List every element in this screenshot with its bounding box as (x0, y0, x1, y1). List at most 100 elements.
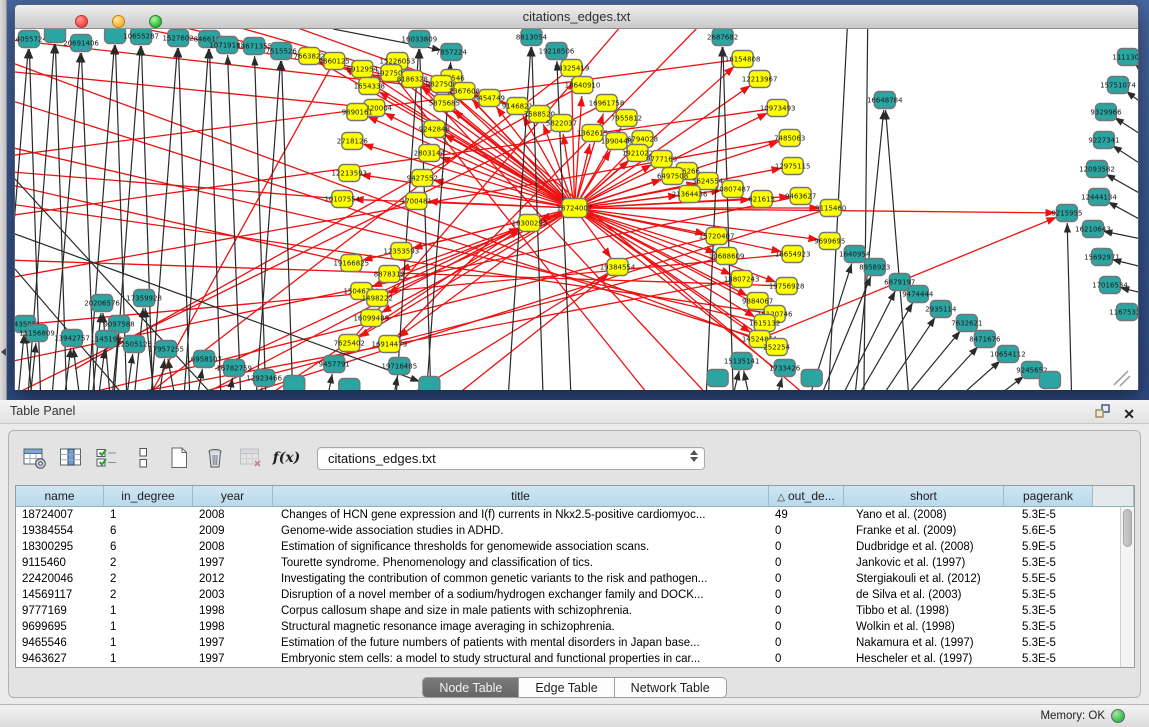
tab-edge-table[interactable]: Edge Table (519, 677, 614, 698)
graph-node[interactable]: 19218506 (539, 43, 575, 60)
table-row[interactable]: 1830029562008Estimation of significance … (16, 539, 1134, 555)
graph-node[interactable]: 11675334 (1109, 304, 1138, 321)
left-panel-divider[interactable] (0, 0, 7, 400)
graph-node[interactable]: 1111304 (1112, 49, 1138, 66)
graph-node[interactable]: 9115460 (815, 200, 846, 217)
table-row[interactable]: 977716911998Corpus callosum shape and si… (16, 603, 1134, 619)
graph-node[interactable]: 24055724 (15, 31, 47, 48)
graph-node[interactable]: 12213967 (742, 71, 778, 88)
graph-node[interactable]: 16648784 (867, 92, 903, 109)
network-graph-canvas[interactable]: 1872400718325419186409101696175879558121… (15, 29, 1138, 390)
tab-node-table[interactable]: Node Table (422, 677, 519, 698)
graph-node[interactable]: 7515526 (266, 43, 298, 60)
column-header-out_de[interactable]: △out_de... (769, 486, 844, 506)
new-document-icon[interactable] (165, 445, 192, 472)
table-row[interactable]: 946554611997Estimation of the future num… (16, 635, 1134, 651)
graph-node[interactable]: 15135141 (724, 353, 760, 370)
graph-node[interactable]: 7632621 (951, 315, 982, 332)
graph-node[interactable]: 19384554 (600, 259, 636, 276)
graph-node[interactable]: 9329966 (1090, 104, 1122, 121)
graph-node[interactable]: 17016534 (1092, 277, 1128, 294)
graph-node[interactable] (284, 376, 305, 391)
graph-node[interactable]: 15751074 (1100, 77, 1136, 94)
graph-node[interactable]: 16914479 (372, 336, 408, 353)
table-row[interactable]: 2242004622012Investigating the contribut… (16, 571, 1134, 587)
graph-node[interactable]: 19166825 (333, 255, 369, 272)
graph-node[interactable]: 20206576 (84, 295, 120, 312)
table-selector-dropdown[interactable]: citations_edges.txt (317, 447, 705, 470)
graph-node[interactable]: 16154808 (725, 51, 761, 68)
column-header-year[interactable]: year (193, 486, 273, 506)
column-header-name[interactable]: name (16, 486, 104, 506)
network-window-titlebar[interactable]: citations_edges.txt (15, 5, 1138, 29)
select-rows-icon[interactable] (93, 445, 120, 472)
graph-node[interactable]: 12975115 (775, 158, 811, 175)
show-column-icon[interactable] (57, 445, 84, 472)
graph-node[interactable] (801, 370, 822, 387)
graph-hub-node[interactable]: 18724007 (557, 199, 593, 218)
graph-node[interactable]: 7485063 (774, 130, 805, 147)
function-builder-icon[interactable]: f(x) (273, 445, 300, 472)
graph-node[interactable]: 2803144 (414, 145, 446, 162)
graph-node[interactable]: 16033809 (402, 31, 438, 48)
cell-pagerank: 5.3E-5 (1004, 507, 1093, 523)
table-row[interactable]: 1872400712008Changes of HCN gene express… (16, 507, 1134, 523)
graph-node[interactable]: 17359928 (126, 290, 162, 307)
table-row[interactable]: 1456911722003Disruption of a novel membe… (16, 587, 1134, 603)
graph-node[interactable]: 8813054 (516, 29, 548, 46)
float-panel-icon[interactable] (1095, 404, 1111, 424)
graph-node[interactable]: 2718126 (337, 133, 369, 150)
table-row[interactable]: 946362711997Embryonic stem cells: a mode… (16, 651, 1134, 667)
graph-node[interactable]: 1527602 (163, 30, 194, 47)
column-header-pagerank[interactable]: pagerank (1004, 486, 1093, 506)
graph-node[interactable]: 12444134 (1081, 189, 1117, 206)
graph-node[interactable]: 12093582 (1079, 161, 1115, 178)
graph-node[interactable] (419, 377, 440, 391)
graph-node[interactable] (1039, 372, 1060, 389)
graph-node[interactable]: 9699695 (814, 233, 845, 250)
column-header-title[interactable]: title (273, 486, 769, 506)
tab-network-table[interactable]: Network Table (615, 677, 727, 698)
graph-node[interactable]: 9427552 (407, 170, 438, 187)
graph-node[interactable]: 2935114 (925, 301, 957, 318)
table-scrollbar-thumb[interactable] (1123, 509, 1132, 547)
graph-node[interactable]: 9474444 (902, 286, 934, 303)
column-header-short[interactable]: short (844, 486, 1004, 506)
graph-node[interactable] (339, 379, 360, 391)
svg-text:7515526: 7515526 (266, 48, 298, 56)
graph-node[interactable]: 18325419 (554, 60, 590, 77)
table-row[interactable]: 969969511998Structural magnetic resonanc… (16, 619, 1134, 635)
graph-node[interactable]: 16210643 (1075, 221, 1111, 238)
graph-node[interactable]: 621615 (748, 191, 775, 208)
graph-node[interactable] (707, 370, 728, 387)
graph-node[interactable]: 7857224 (436, 44, 468, 61)
graph-node[interactable]: 13942757 (54, 330, 90, 347)
table-row[interactable]: 1938455462009Genome-wide association stu… (16, 523, 1134, 539)
graph-node[interactable]: 9227341 (1088, 132, 1119, 149)
column-header-in_degree[interactable]: in_degree (104, 486, 193, 506)
graph-node[interactable]: 12213593 (331, 165, 367, 182)
graph-node[interactable]: 252254 (763, 339, 790, 356)
graph-node[interactable]: 19756928 (769, 278, 805, 295)
graph-node[interactable]: 2687682 (707, 29, 738, 46)
graph-node[interactable]: 10688609 (709, 248, 745, 265)
table-row[interactable]: 911546021997Tourette syndrome. Phenomeno… (16, 555, 1134, 571)
graph-node[interactable]: 8471676 (969, 331, 1001, 348)
table-mode-icon[interactable] (129, 445, 156, 472)
graph-node[interactable]: 9463627 (785, 188, 816, 205)
graph-node[interactable]: 10654112 (990, 346, 1026, 363)
graph-node[interactable]: 15692971 (1084, 249, 1120, 266)
cell-name: 18724007 (16, 507, 104, 523)
cell-short: Stergiakouli et al. (2012) (844, 571, 1004, 587)
graph-node[interactable]: 9215955 (1051, 205, 1082, 222)
table-scrollbar[interactable] (1120, 507, 1134, 667)
graph-node[interactable]: 10107554 (324, 191, 360, 208)
close-panel-icon[interactable]: ✕ (1123, 407, 1135, 421)
graph-node[interactable]: 19716485 (382, 358, 418, 375)
graph-node[interactable]: 12353593 (384, 243, 420, 260)
svg-text:9427552: 9427552 (407, 175, 438, 183)
table-settings-icon[interactable] (21, 445, 48, 472)
graph-node[interactable]: 16654923 (775, 246, 811, 263)
graph-node[interactable]: 1733426 (769, 360, 801, 377)
delete-icon[interactable] (201, 445, 228, 472)
